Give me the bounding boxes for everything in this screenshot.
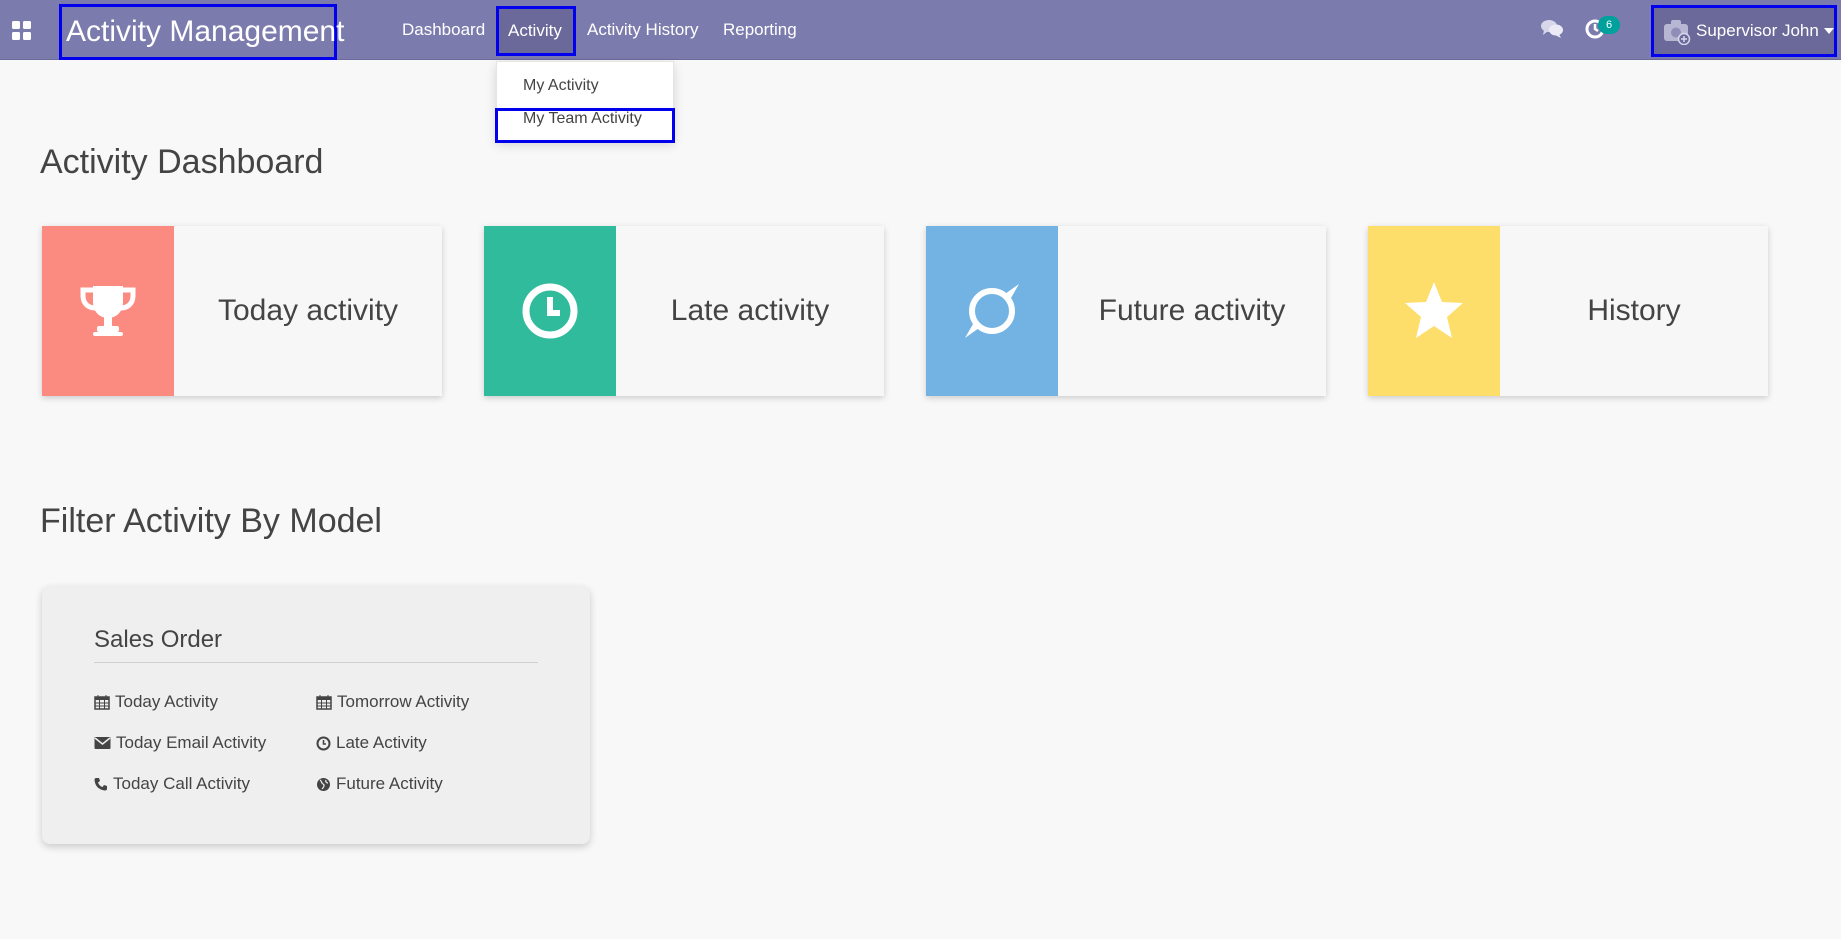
model-title: Sales Order (94, 626, 223, 653)
link-label: Today Call Activity (113, 774, 250, 793)
clock-icon (484, 226, 616, 396)
link-label: Late Activity (336, 733, 427, 752)
user-name: Supervisor John (1696, 21, 1819, 40)
card-label: History (1587, 294, 1681, 327)
clock-icon (316, 736, 331, 750)
link-label: Tomorrow Activity (337, 692, 470, 711)
top-navbar: Activity Management Dashboard Activity A… (0, 0, 1841, 60)
planet-icon (926, 226, 1058, 396)
menu-dashboard[interactable]: Dashboard (402, 0, 485, 60)
menu-reporting[interactable]: Reporting (723, 0, 797, 60)
card-future-activity[interactable]: Future activity (926, 226, 1326, 396)
menu-activity[interactable]: Activity (496, 6, 576, 56)
chevron-down-icon (1824, 28, 1834, 34)
globe-icon (317, 777, 330, 791)
link-future-activity[interactable]: Future Activity (316, 774, 443, 794)
card-label: Today activity (217, 294, 399, 327)
menu-activity-history[interactable]: Activity History (587, 0, 698, 60)
trophy-icon (42, 226, 174, 396)
link-late-activity[interactable]: Late Activity (316, 733, 427, 753)
model-card-sales-order: Sales Order Today Activity Tomorrow Acti… (42, 586, 590, 844)
card-history[interactable]: History (1368, 226, 1768, 396)
card-label: Future activity (1098, 294, 1286, 327)
link-tomorrow-activity[interactable]: Tomorrow Activity (316, 692, 469, 712)
phone-icon (94, 778, 107, 791)
dashboard-heading: Activity Dashboard (40, 143, 324, 181)
link-today-call-activity[interactable]: Today Call Activity (94, 774, 250, 794)
divider (94, 662, 538, 663)
user-menu[interactable]: Supervisor John (1651, 5, 1837, 57)
dropdown-item-highlight (495, 108, 675, 143)
chat-bubbles-icon[interactable] (1540, 18, 1564, 40)
card-today-activity[interactable]: Today activity (42, 226, 442, 396)
envelope-icon (94, 737, 111, 749)
calendar-icon (94, 695, 110, 710)
link-today-activity[interactable]: Today Activity (94, 692, 218, 712)
link-label: Today Activity (115, 692, 218, 711)
calendar-icon (316, 695, 332, 710)
link-today-email-activity[interactable]: Today Email Activity (94, 733, 266, 753)
activity-count-badge: 6 (1598, 16, 1620, 34)
apps-menu-icon[interactable] (10, 19, 32, 41)
card-late-activity[interactable]: Late activity (484, 226, 884, 396)
link-label: Today Email Activity (116, 733, 267, 752)
app-brand-title[interactable]: Activity Management (59, 4, 344, 60)
camera-avatar-icon (1664, 20, 1691, 45)
card-label: Late activity (670, 294, 830, 327)
star-icon (1368, 226, 1500, 396)
dropdown-item-my-activity[interactable]: My Activity (523, 77, 599, 95)
filter-heading: Filter Activity By Model (40, 502, 382, 540)
link-label: Future Activity (336, 774, 443, 793)
